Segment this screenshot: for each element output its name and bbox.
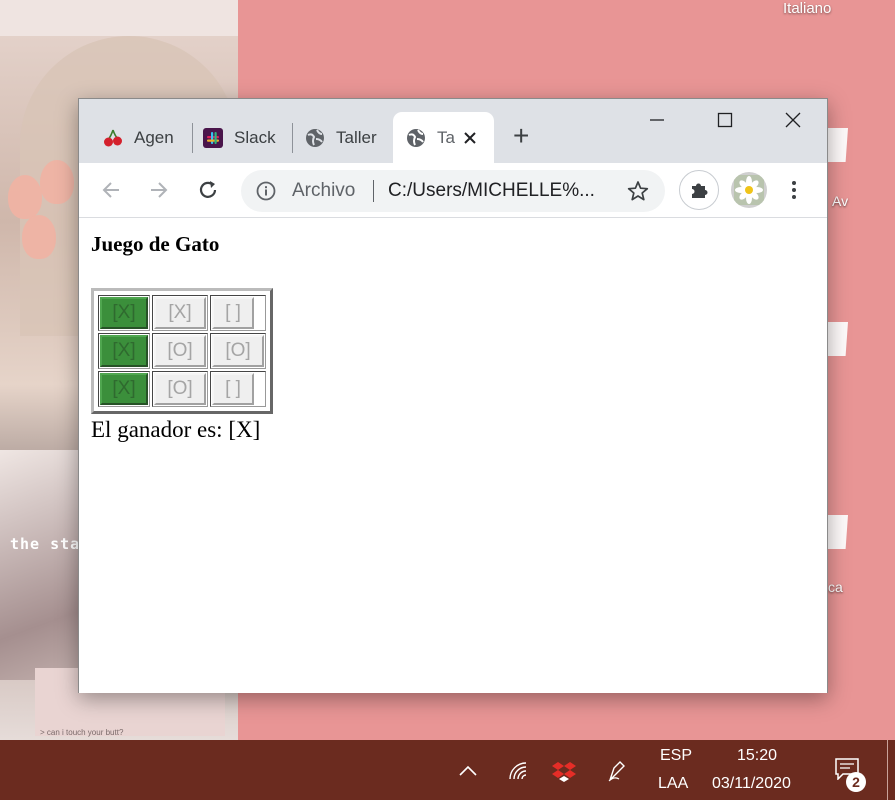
new-tab-button[interactable]: + <box>513 121 529 151</box>
cell-button[interactable]: [X] <box>154 297 206 329</box>
reload-button[interactable] <box>193 175 223 205</box>
bookmark-star-icon[interactable] <box>627 180 649 207</box>
cell-button[interactable]: [ ] <box>212 373 254 405</box>
wallpaper-flower <box>8 175 42 219</box>
tab-active[interactable]: Ta <box>393 112 494 163</box>
maximize-button[interactable] <box>705 105 745 135</box>
board-cell: [X] <box>98 333 150 369</box>
input-language[interactable]: ESP <box>660 747 692 765</box>
board-cell: [ ] <box>210 371 266 407</box>
cell-button[interactable]: [O] <box>154 335 206 367</box>
wifi-icon[interactable] <box>505 758 531 784</box>
security-label: Archivo <box>292 180 356 201</box>
cherries-icon <box>103 128 123 148</box>
chevron-up-icon[interactable] <box>455 758 481 784</box>
cell-button[interactable]: [X] <box>100 297 148 329</box>
tab-separator <box>192 123 193 153</box>
address-bar[interactable]: Archivo C:/Users/MICHELLE%... <box>241 170 665 212</box>
dropbox-icon[interactable] <box>551 758 577 784</box>
slack-icon <box>203 127 223 148</box>
desktop-language-label: Italiano <box>783 0 832 17</box>
tab-separator <box>292 123 293 153</box>
minimize-button[interactable] <box>637 105 677 135</box>
winner-text: El ganador es: [X] <box>91 417 261 442</box>
board-cell: [ ] <box>210 295 266 331</box>
wallpaper-flower <box>22 215 56 259</box>
forward-button[interactable] <box>144 175 174 205</box>
board-row: [X] [X] [ ] <box>98 295 266 331</box>
omnibox-separator <box>373 180 374 202</box>
tab-taller[interactable]: Taller <box>305 112 381 163</box>
url-text[interactable]: C:/Users/MICHELLE%... <box>388 180 595 202</box>
tab-label: Taller <box>336 127 377 147</box>
board-cell: [O] <box>152 371 208 407</box>
info-icon[interactable] <box>256 181 276 206</box>
globe-icon <box>305 128 325 148</box>
cell-button[interactable]: [ ] <box>212 297 254 329</box>
wallpaper-flower <box>40 160 74 204</box>
cell-button[interactable]: [X] <box>100 335 148 367</box>
daisy-icon <box>734 175 764 205</box>
board-row: [X] [O] [ ] <box>98 371 266 407</box>
cell-button[interactable]: [O] <box>154 373 206 405</box>
cell-button[interactable]: [X] <box>100 373 148 405</box>
board-cell: [X] <box>152 295 208 331</box>
board-cell: [X] <box>98 295 150 331</box>
page-content: Juego de Gato [X] [X] [ ] [X] [O] [O] [X… <box>79 218 827 693</box>
tab-label: Agen <box>134 127 174 147</box>
tab-strip: Agen Slack Taller Ta + <box>79 99 827 163</box>
board-cell: [O] <box>210 333 266 369</box>
back-button[interactable] <box>96 175 126 205</box>
notification-badge: 2 <box>846 772 866 792</box>
desktop-icon-label: Av <box>832 193 849 209</box>
tab-slack[interactable]: Slack <box>203 112 291 163</box>
clock-date[interactable]: 03/11/2020 <box>712 775 791 793</box>
tab-agen[interactable]: Agen <box>103 112 193 163</box>
clock-time[interactable]: 15:20 <box>737 747 777 765</box>
show-desktop-button[interactable] <box>887 740 888 800</box>
board-row: [X] [O] [O] <box>98 333 266 369</box>
profile-avatar[interactable] <box>731 172 767 208</box>
close-window-button[interactable] <box>773 105 813 135</box>
tab-label: Slack <box>234 127 276 147</box>
wallpaper-card <box>0 0 238 36</box>
cell-button[interactable]: [O] <box>212 335 264 367</box>
globe-icon <box>406 128 426 148</box>
pen-icon[interactable] <box>604 758 630 784</box>
puzzle-icon <box>688 179 710 201</box>
page-title: Juego de Gato <box>91 232 220 256</box>
close-tab-icon[interactable] <box>463 131 477 145</box>
taskbar: ESP LAA 15:20 03/11/2020 2 <box>0 740 895 800</box>
extensions-button[interactable] <box>679 170 719 210</box>
wallpaper-note-text: > can i touch your butt? <box>40 728 124 737</box>
board-grid: [X] [X] [ ] [X] [O] [O] [X] [O] [ ] <box>96 293 268 409</box>
browser-menu-button[interactable] <box>784 175 804 205</box>
wallpaper-text: the sta <box>10 535 81 553</box>
tab-label: Ta <box>437 127 455 147</box>
browser-window: Agen Slack Taller Ta + Archivo C:/Users/… <box>78 98 828 693</box>
browser-toolbar: Archivo C:/Users/MICHELLE%... <box>79 163 827 218</box>
board-cell: [X] <box>98 371 150 407</box>
desktop-icon-label: ca <box>828 579 843 595</box>
board-cell: [O] <box>152 333 208 369</box>
tic-tac-toe-board: [X] [X] [ ] [X] [O] [O] [X] [O] [ ] <box>91 288 273 414</box>
keyboard-layout[interactable]: LAA <box>658 775 688 793</box>
